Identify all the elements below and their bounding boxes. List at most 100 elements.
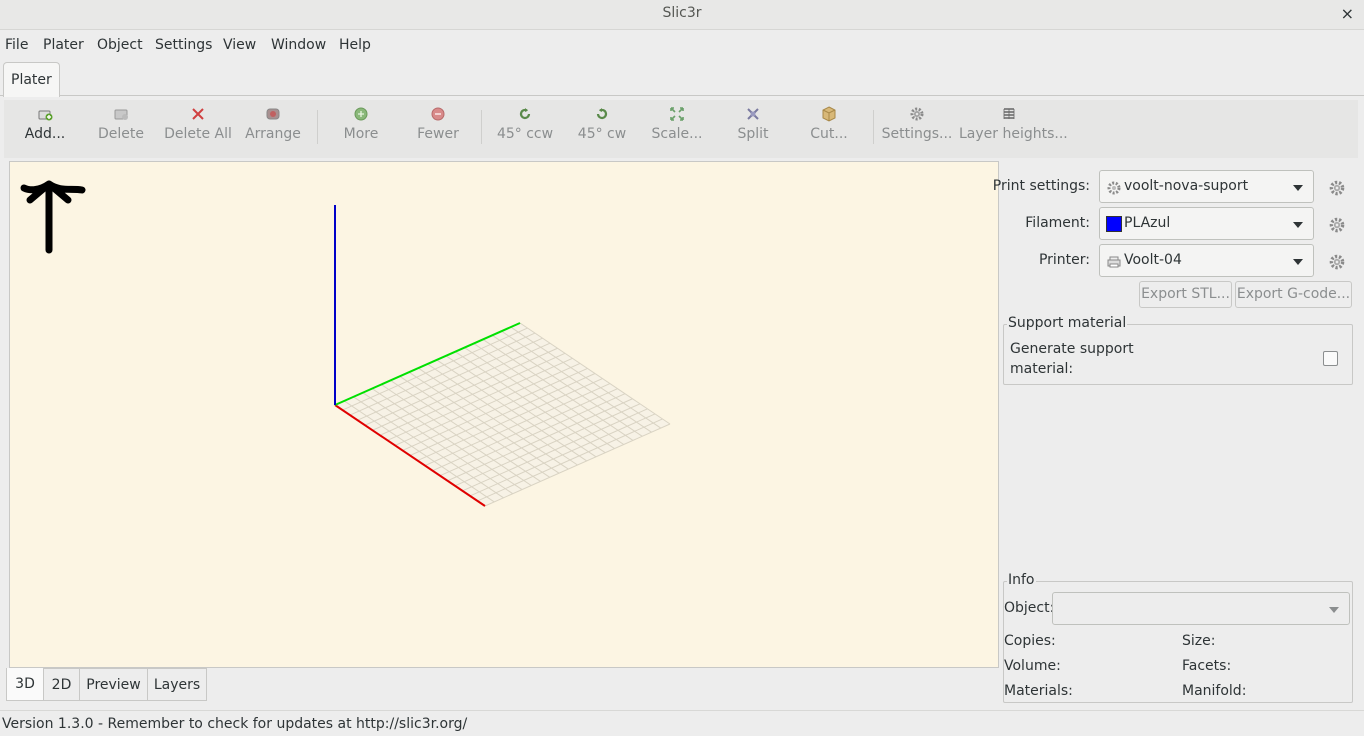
generate-support-checkbox[interactable]: [1323, 351, 1338, 366]
more-button[interactable]: More: [323, 106, 399, 142]
plater-toolbar: Add... Delete Delete All Arrange More Fe…: [4, 100, 1358, 158]
menu-help[interactable]: Help: [339, 37, 371, 53]
arrange-button[interactable]: Arrange: [235, 106, 311, 142]
rotate-ccw-icon: [519, 108, 531, 120]
title-bar: Slic3r ×: [0, 0, 1364, 30]
add-brick-icon: [38, 110, 53, 121]
print-settings-gear-icon[interactable]: [1328, 179, 1346, 197]
printer-select[interactable]: Voolt-04: [1099, 244, 1314, 277]
delete-brick-icon: [114, 109, 128, 120]
printer-icon: [1107, 256, 1121, 268]
fewer-label: Fewer: [417, 126, 459, 142]
arrange-bricks-icon: [266, 108, 280, 120]
chevron-down-icon: [1293, 185, 1303, 191]
scale-button[interactable]: Scale...: [639, 106, 715, 142]
up-arrow-annotation: [20, 180, 86, 254]
size-label: Size:: [1182, 633, 1216, 649]
arrange-label: Arrange: [245, 126, 301, 142]
split-label: Split: [737, 126, 769, 142]
close-window-button[interactable]: ×: [1341, 4, 1354, 23]
generate-support-label-line2: material:: [1010, 361, 1074, 377]
materials-label: Materials:: [1004, 683, 1073, 699]
minus-circle-icon: [431, 107, 445, 121]
scale-label: Scale...: [651, 126, 703, 142]
copies-label: Copies:: [1004, 633, 1056, 649]
menu-object[interactable]: Object: [97, 37, 143, 53]
delete-button[interactable]: Delete: [83, 106, 159, 142]
volume-label: Volume:: [1004, 658, 1061, 674]
chevron-down-icon: [1293, 259, 1303, 265]
delete-label: Delete: [98, 126, 144, 142]
printer-label: Printer:: [1038, 252, 1090, 268]
layer-heights-label: Layer heights...: [959, 126, 1068, 142]
print-settings-value: voolt-nova-suport: [1124, 178, 1249, 194]
cut-label: Cut...: [810, 126, 848, 142]
object-settings-button[interactable]: Settings...: [879, 106, 955, 142]
menu-settings[interactable]: Settings: [155, 37, 212, 53]
rotate-cw-icon: [596, 108, 608, 120]
generate-support-label-line1: Generate support: [1010, 341, 1134, 357]
export-stl-button[interactable]: Export STL...: [1139, 281, 1232, 308]
scale-arrows-icon: [670, 107, 684, 121]
menu-window[interactable]: Window: [271, 37, 326, 53]
menu-plater[interactable]: Plater: [43, 37, 84, 53]
toolbar-separator: [317, 110, 318, 144]
fewer-button[interactable]: Fewer: [400, 106, 476, 142]
print-settings-select[interactable]: voolt-nova-suport: [1099, 170, 1314, 203]
cut-button[interactable]: Cut...: [791, 106, 867, 142]
main-tab-strip: Plater: [0, 60, 1364, 97]
object-settings-label: Settings...: [881, 126, 953, 142]
menu-view[interactable]: View: [223, 37, 256, 53]
rotate-cw-label: 45° cw: [577, 126, 627, 142]
delete-all-button[interactable]: Delete All: [160, 106, 236, 142]
status-text: Version 1.3.0 - Remember to check for up…: [2, 716, 468, 732]
gear-icon: [910, 107, 924, 121]
layer-heights-button[interactable]: Layer heights...: [959, 106, 1068, 142]
print-settings-gear-icon: [1107, 181, 1121, 195]
split-button[interactable]: Split: [715, 106, 791, 142]
chevron-down-icon: [1293, 222, 1303, 228]
cross-icon: [192, 108, 204, 120]
toolbar-separator: [481, 110, 482, 144]
chevron-down-icon: [1329, 607, 1339, 613]
tab-plater[interactable]: Plater: [3, 62, 60, 97]
status-bar: Version 1.3.0 - Remember to check for up…: [0, 710, 1364, 736]
filament-gear-icon[interactable]: [1328, 216, 1346, 234]
filament-color-swatch: [1106, 216, 1122, 232]
tab-layers[interactable]: Layers: [147, 668, 207, 701]
tab-2d[interactable]: 2D: [43, 668, 80, 701]
add-label: Add...: [24, 126, 66, 142]
object-select[interactable]: [1052, 592, 1350, 625]
add-button[interactable]: Add...: [7, 106, 83, 142]
filament-value: PLAzul: [1124, 215, 1171, 231]
delete-all-label: Delete All: [164, 126, 232, 142]
info-title: Info: [1007, 572, 1036, 588]
rotate-cw-button[interactable]: 45° cw: [564, 106, 640, 142]
manifold-label: Manifold:: [1182, 683, 1247, 699]
plater-3d-canvas[interactable]: [9, 161, 999, 668]
filament-label: Filament:: [1025, 215, 1090, 231]
package-icon: [822, 106, 836, 122]
printer-gear-icon[interactable]: [1328, 253, 1346, 271]
window-title: Slic3r: [662, 5, 702, 21]
printer-value: Voolt-04: [1124, 252, 1182, 268]
more-label: More: [343, 126, 379, 142]
print-bed-grid: [335, 322, 671, 507]
support-material-title: Support material: [1007, 315, 1128, 331]
rotate-ccw-button[interactable]: 45° ccw: [487, 106, 563, 142]
3d-scene[interactable]: [10, 162, 998, 667]
layers-icon: [1003, 108, 1015, 119]
object-label: Object:: [1004, 600, 1055, 616]
rotate-ccw-label: 45° ccw: [496, 126, 554, 142]
support-material-group: Support material Generate support materi…: [1003, 315, 1353, 385]
tab-3d[interactable]: 3D: [6, 668, 44, 701]
print-settings-label: Print settings:: [992, 178, 1090, 194]
plus-circle-icon: [354, 107, 368, 121]
split-icon: [747, 108, 759, 120]
filament-select[interactable]: PLAzul: [1099, 207, 1314, 240]
export-gcode-button[interactable]: Export G-code...: [1235, 281, 1352, 308]
menu-file[interactable]: File: [5, 37, 28, 53]
tab-preview[interactable]: Preview: [79, 668, 148, 701]
toolbar-separator: [873, 110, 874, 144]
facets-label: Facets:: [1182, 658, 1232, 674]
